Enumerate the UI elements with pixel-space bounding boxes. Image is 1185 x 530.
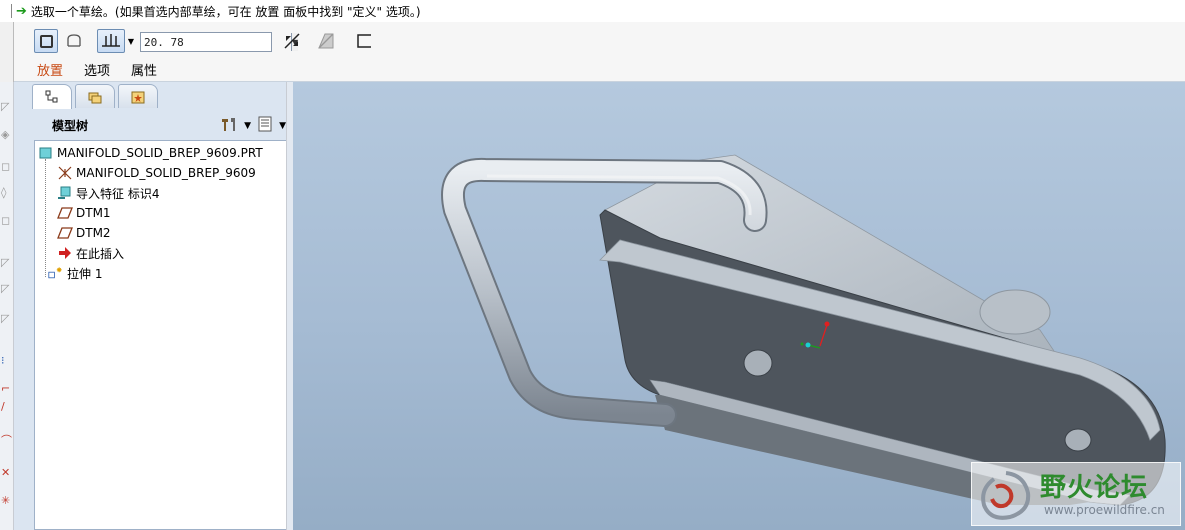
watermark-logo-icon: [981, 471, 1031, 520]
settings-tools-icon[interactable]: [220, 116, 238, 135]
tab-folder-browser[interactable]: [75, 84, 115, 108]
datum-plane-icon: [57, 205, 73, 221]
tool-icon[interactable]: ◸: [1, 282, 9, 295]
tree-item-label: MANIFOLD_SOLID_BREP_9609: [76, 166, 256, 180]
thicken-sketch-button[interactable]: [352, 29, 376, 53]
show-options-icon[interactable]: [257, 116, 273, 135]
watermark-title: 野火论坛: [1040, 473, 1149, 503]
extrude-dashboard: ▼ ▼ 放置 选项 属性: [0, 22, 1185, 82]
tree-item-label: 在此插入: [76, 246, 125, 261]
flip-direction-icon: [284, 33, 300, 49]
tool-icon[interactable]: ◸: [1, 312, 9, 325]
tree-item-label: DTM1: [76, 206, 111, 220]
model-tree-icon: [45, 90, 58, 103]
solid-button[interactable]: [34, 29, 58, 53]
surface-button[interactable]: [62, 29, 86, 53]
tree-item-dtm1[interactable]: DTM1: [57, 204, 111, 222]
left-tool-strip: ◸ ◈ ◻ ◊ ◻ ◸ ◸ ◸ ⁝ ⌐ / ⌒ ✕ ✳: [0, 82, 14, 530]
triad-y-point: [800, 342, 804, 346]
tree-item-root-part[interactable]: MANIFOLD_SOLID_BREP_9609.PRT: [38, 144, 263, 162]
model-tree-tools: ▼ ▼: [220, 116, 286, 135]
pivot-boss: [979, 289, 1051, 335]
tool-icon[interactable]: ◻: [1, 214, 10, 227]
solid-icon: [39, 34, 53, 48]
tree-item-label: 拉伸 1: [67, 266, 103, 281]
thicken-sketch-icon: [357, 34, 371, 48]
folder-browser-icon: [88, 92, 102, 103]
triad-z-point: [824, 321, 830, 327]
insert-here-arrow-icon: [57, 245, 73, 261]
blind-depth-icon: [102, 34, 120, 47]
navigator-tabs: [14, 82, 293, 109]
watermark-url: www.proewildfire.cn: [1044, 503, 1165, 517]
prompt-text: 选取一个草绘。(如果首选内部草绘，可在 放置 面板中找到 "定义" 选项。): [30, 4, 421, 19]
tool-icon[interactable]: ✳: [1, 494, 10, 507]
chevron-down-icon: ▼: [127, 36, 135, 46]
mounting-hole: [1064, 428, 1092, 452]
extrude-icon: [48, 265, 64, 281]
tool-icon[interactable]: ◈: [1, 128, 9, 141]
chevron-down-icon[interactable]: ▼: [279, 121, 286, 131]
tab-favorites[interactable]: [118, 84, 158, 108]
chevron-down-icon[interactable]: ▼: [244, 121, 251, 131]
tree-item-label: 导入特征 标识4: [76, 186, 160, 201]
tree-item-csys[interactable]: MANIFOLD_SOLID_BREP_9609: [57, 164, 256, 182]
forum-watermark: 野火论坛 www.proewildfire.cn: [971, 462, 1181, 526]
message-bar-edge: [4, 4, 12, 18]
model-tree-header: 模型树 ▼ ▼: [36, 110, 290, 140]
tree-item-import-feature[interactable]: 导入特征 标识4: [57, 184, 159, 202]
tool-icon[interactable]: /: [1, 400, 5, 413]
prompt-arrow-icon: ➔: [16, 3, 27, 19]
tree-item-label: MANIFOLD_SOLID_BREP_9609.PRT: [57, 146, 263, 160]
surface-icon: [67, 34, 81, 47]
panel-splitter[interactable]: [286, 82, 293, 530]
tree-item-insert-here[interactable]: 在此插入: [57, 244, 124, 262]
part-icon: [38, 145, 54, 161]
depth-option-button[interactable]: [97, 29, 125, 53]
message-bar: ➔ 选取一个草绘。(如果首选内部草绘，可在 放置 面板中找到 "定义" 选项。): [0, 0, 1185, 22]
tool-icon[interactable]: ⌐: [1, 382, 10, 395]
flip-direction-button[interactable]: [280, 29, 304, 53]
tree-item-label: DTM2: [76, 226, 111, 240]
triad-origin: [805, 342, 811, 348]
depth-input[interactable]: [141, 33, 291, 51]
tree-item-extrude[interactable]: 拉伸 1: [48, 264, 102, 282]
import-feature-icon: [57, 185, 73, 201]
depth-option-dropdown[interactable]: ▼: [125, 29, 137, 53]
dashboard-left-strip: [0, 22, 14, 82]
tab-options[interactable]: 选项: [84, 60, 110, 79]
depth-value-field[interactable]: ▼: [140, 32, 299, 52]
mounting-hole: [743, 349, 773, 377]
tool-icon[interactable]: ◊: [1, 186, 6, 199]
tool-icon[interactable]: ◸: [1, 100, 9, 113]
tool-icon[interactable]: ⁝: [1, 354, 5, 367]
csys-icon: [57, 165, 73, 181]
model-tree-title: 模型树: [52, 118, 89, 133]
favorites-icon: [131, 91, 145, 103]
tool-icon[interactable]: ✕: [1, 466, 10, 479]
remove-material-button[interactable]: [314, 29, 338, 53]
tab-model-tree[interactable]: [32, 84, 72, 109]
tab-placement[interactable]: 放置: [37, 60, 63, 79]
graphics-viewport[interactable]: 野火论坛 www.proewildfire.cn: [293, 82, 1185, 530]
tree-connector-line: [45, 159, 46, 277]
tool-icon[interactable]: ◻: [1, 160, 10, 173]
remove-material-icon: [318, 33, 334, 49]
tab-properties[interactable]: 属性: [131, 60, 157, 79]
tool-icon[interactable]: ◸: [1, 256, 9, 269]
datum-plane-icon: [57, 225, 73, 241]
navigator-panel: 模型树 ▼ ▼ MANIFOLD_SOLID_BREP_9609.PRT MAN…: [14, 82, 293, 530]
model-tree: MANIFOLD_SOLID_BREP_9609.PRT MANIFOLD_SO…: [34, 140, 290, 530]
tool-icon[interactable]: ⌒: [1, 432, 12, 448]
tree-item-dtm2[interactable]: DTM2: [57, 224, 111, 242]
